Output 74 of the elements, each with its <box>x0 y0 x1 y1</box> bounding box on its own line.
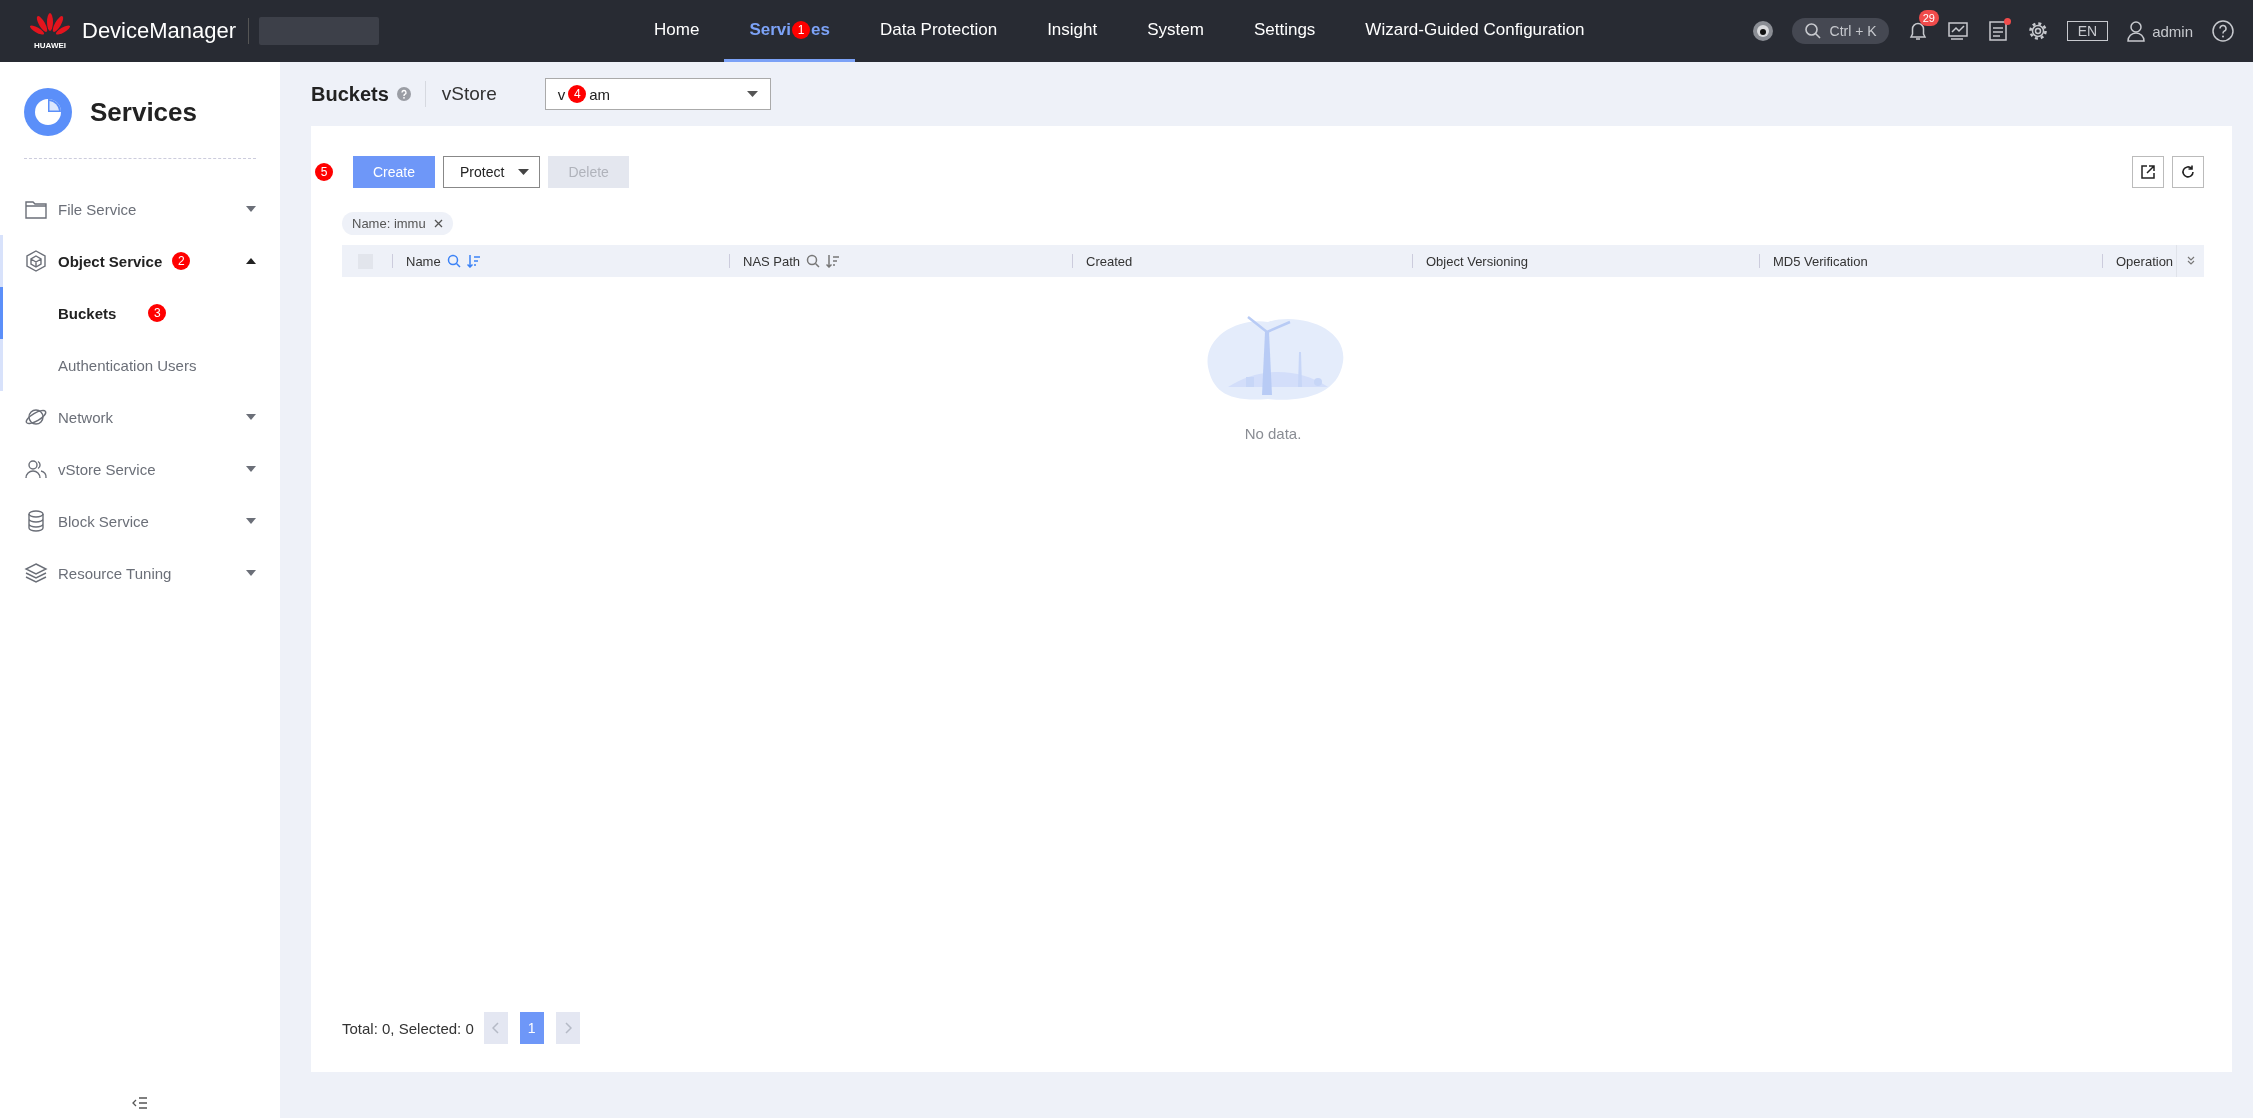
vstore-label: vStore <box>441 83 497 105</box>
sidebar-title: Services <box>90 96 197 128</box>
callout-badge: 1 <box>792 20 811 39</box>
expand-columns-icon[interactable] <box>2185 256 2196 266</box>
select-value: v <box>557 85 566 103</box>
empty-message: No data. <box>1244 425 1302 442</box>
search-icon <box>1803 22 1822 40</box>
sort-icon[interactable] <box>466 254 481 268</box>
callout-badge: 4 <box>568 85 587 103</box>
column-header: Created <box>1086 253 1133 269</box>
language-button[interactable]: EN <box>2066 21 2109 41</box>
sidebar-group[interactable]: Block Service <box>0 495 280 547</box>
nav-tab[interactable]: Servi 1 es <box>724 0 855 62</box>
search-field[interactable]: Ctrl + K <box>1791 18 1889 44</box>
caret-icon <box>746 91 758 97</box>
column-header: NAS Path <box>743 253 801 269</box>
notification-count: 29 <box>1918 10 1939 26</box>
pagination-summary: Total: 0, Selected: 0 <box>342 1019 474 1037</box>
pie-chart-icon <box>24 88 72 136</box>
dropdown-button[interactable]: Protect <box>443 156 541 188</box>
close-icon[interactable] <box>433 219 443 228</box>
page-title: Buckets <box>311 82 389 106</box>
brand-text: HUAWEI <box>34 40 66 50</box>
column-header: Object Versioning <box>1426 253 1528 269</box>
user-icon[interactable] <box>2126 20 2147 42</box>
sidebar-item[interactable]: Buckets 3 <box>0 287 280 339</box>
nav-tab[interactable]: Wizard-Guided Configuration <box>1340 0 1610 62</box>
search-icon[interactable] <box>806 254 821 268</box>
export-button[interactable] <box>2132 156 2164 188</box>
refresh-icon <box>2180 164 2196 180</box>
refresh-button[interactable] <box>2172 156 2204 188</box>
column-header: Operation <box>2116 253 2174 269</box>
sidebar-group[interactable]: vStore Service <box>0 443 280 495</box>
monitor-chart-icon[interactable] <box>1946 20 1969 42</box>
sidebar-group[interactable]: Resource Tuning <box>0 547 280 599</box>
chevron-right-icon <box>563 1022 572 1034</box>
nav-tab[interactable]: System <box>1122 0 1229 62</box>
user-name[interactable]: admin <box>2152 22 2193 40</box>
caret-icon <box>246 466 256 472</box>
nav-tab[interactable]: Home <box>629 0 725 62</box>
caret-icon <box>246 206 256 212</box>
nav-tab[interactable]: Settings <box>1228 0 1341 62</box>
caret-icon <box>246 570 256 576</box>
search-icon[interactable] <box>446 254 461 268</box>
cube-icon <box>24 249 48 273</box>
vstore-select[interactable]: v 4 am <box>544 78 771 110</box>
sidebar-group[interactable]: Network <box>0 391 280 443</box>
caret-icon <box>518 169 530 175</box>
chevron-left-icon <box>491 1022 500 1034</box>
document-icon[interactable] <box>1986 20 2009 42</box>
column-header: Name <box>406 253 441 269</box>
nav-tab[interactable]: Data Protection <box>854 0 1023 62</box>
caret-icon <box>246 518 256 524</box>
callout-badge: 2 <box>172 252 191 270</box>
sort-icon[interactable] <box>826 254 841 268</box>
column-header: MD5 Verification <box>1773 253 1868 269</box>
nav-tab[interactable]: Insight <box>1022 0 1123 62</box>
filter-tag[interactable]: Name: immu <box>342 212 453 235</box>
help-icon[interactable] <box>2211 19 2235 43</box>
users-icon <box>24 457 48 481</box>
eye-icon[interactable] <box>1751 20 1774 42</box>
callout-badge: 5 <box>315 163 333 181</box>
caret-icon <box>246 414 256 420</box>
export-icon <box>2140 164 2156 180</box>
sidebar-item[interactable]: Authentication Users <box>0 339 280 391</box>
layers-icon <box>24 561 48 585</box>
caret-icon <box>246 258 256 264</box>
callout-badge: 3 <box>148 304 167 322</box>
sidebar-group[interactable]: File Service <box>0 183 280 235</box>
settings-icon[interactable] <box>2026 20 2049 42</box>
app-name: DeviceManager <box>82 18 250 44</box>
collapse-sidebar-icon[interactable] <box>132 1096 148 1110</box>
select-value: am <box>589 85 611 103</box>
sidebar-group[interactable]: Object Service 2 <box>0 235 280 287</box>
